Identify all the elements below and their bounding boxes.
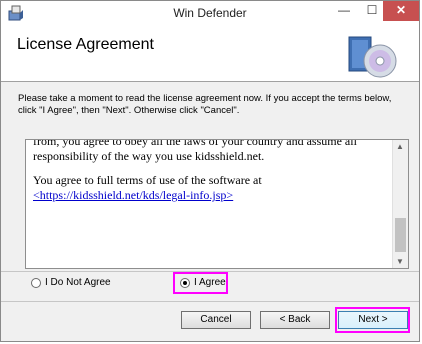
license-content: from, you agree to obey all the laws of … bbox=[33, 139, 389, 203]
minimize-button[interactable]: — bbox=[331, 1, 357, 21]
license-scrollbar[interactable]: ▲ ▼ bbox=[392, 140, 408, 268]
license-paragraph-agree: You agree to full terms of use of the so… bbox=[33, 173, 262, 187]
maximize-button[interactable]: ☐ bbox=[359, 1, 385, 21]
footer-divider bbox=[1, 301, 419, 302]
cancel-button[interactable]: Cancel bbox=[181, 311, 251, 329]
disagree-radio[interactable] bbox=[31, 277, 41, 288]
title-bar[interactable]: Win Defender — ☐ ✕ bbox=[1, 1, 419, 27]
close-button[interactable]: ✕ bbox=[383, 1, 419, 21]
next-button[interactable]: Next > bbox=[338, 311, 408, 329]
page-title: License Agreement bbox=[17, 36, 154, 53]
disagree-option[interactable]: I Do Not Agree bbox=[31, 277, 111, 288]
legal-info-link[interactable]: <https://kidsshield.net/kds/legal-info.j… bbox=[33, 188, 233, 202]
license-text-box[interactable]: from, you agree to obey all the laws of … bbox=[25, 139, 409, 269]
scroll-thumb[interactable] bbox=[395, 218, 406, 252]
agree-radio[interactable] bbox=[180, 277, 190, 288]
wizard-header: License Agreement bbox=[1, 27, 419, 82]
cd-install-icon bbox=[348, 36, 397, 78]
scroll-up-icon[interactable]: ▲ bbox=[396, 142, 404, 151]
installer-window: Win Defender — ☐ ✕ License Agreement Ple… bbox=[0, 0, 420, 342]
license-paragraph-terms: from, you agree to obey all the laws of … bbox=[33, 139, 357, 163]
instructions-text: Please take a moment to read the license… bbox=[18, 93, 392, 116]
back-button[interactable]: < Back bbox=[260, 311, 330, 329]
agree-option[interactable]: I Agree bbox=[180, 277, 226, 288]
scroll-down-icon[interactable]: ▼ bbox=[396, 257, 404, 266]
agree-label: I Agree bbox=[194, 277, 226, 288]
disagree-label: I Do Not Agree bbox=[45, 277, 111, 288]
